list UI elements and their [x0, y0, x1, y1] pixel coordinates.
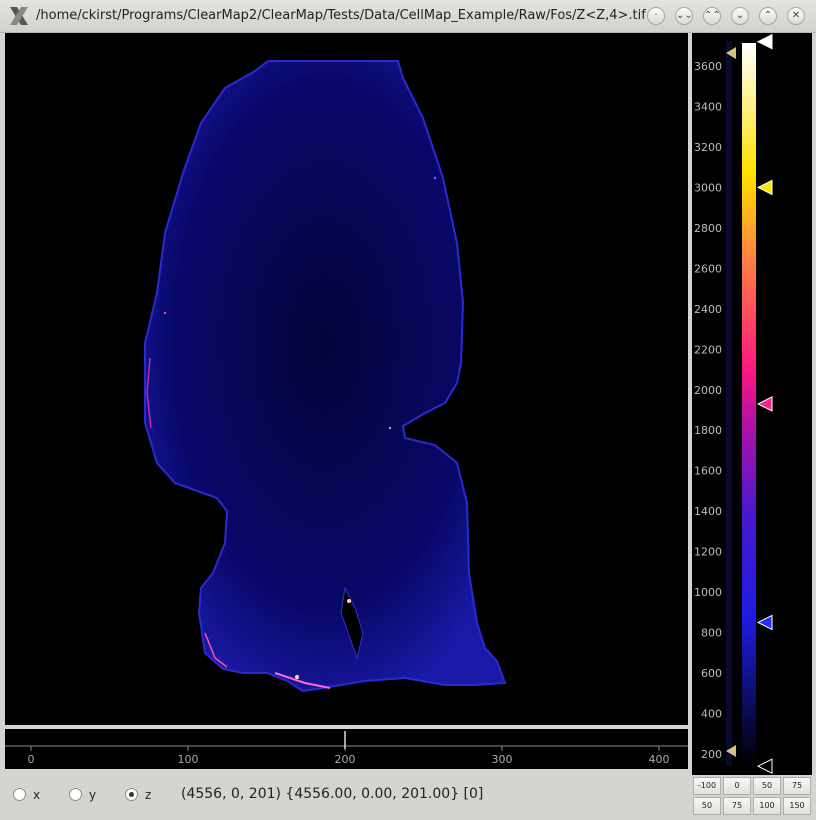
slice-slider-axis: 0 100 200 300 400	[5, 731, 688, 766]
colorbar-tick-label: 3000	[694, 181, 722, 194]
axis-x-radio[interactable]	[13, 788, 26, 801]
axis-z-label: z	[145, 788, 152, 802]
colorbar-tick-label: 1600	[694, 465, 722, 478]
histogram-region	[726, 41, 732, 766]
colorbar-tick-label: 2000	[694, 384, 722, 397]
bright-spot	[433, 176, 437, 180]
double-chevron-down-icon: ⌄⌄	[676, 10, 693, 21]
colorbar-tick-label: 800	[701, 627, 722, 640]
axis-z-radio[interactable]	[125, 788, 138, 801]
colormap-marker-black[interactable]	[756, 758, 773, 774]
slider-tick-label: 0	[28, 753, 35, 766]
axis-y-label: y	[89, 788, 97, 802]
slider-tick-label: 400	[649, 753, 670, 766]
bright-spot	[163, 311, 167, 315]
colorbar-tick-label: 1400	[694, 505, 722, 518]
double-chevron-up-icon: ⌃⌃	[704, 10, 721, 21]
chevron-down-icon: ⌄	[735, 10, 745, 21]
slider-tick-label: 200	[335, 753, 356, 766]
colorbar-tick-label: 2400	[694, 303, 722, 316]
colorbar-tick-label: 2600	[694, 262, 722, 275]
close-icon: ✕	[791, 10, 801, 21]
colorbar-tick-label: 400	[701, 708, 722, 721]
window-title: /home/ckirst/Programs/ClearMap2/ClearMap…	[36, 8, 646, 23]
keep-below-button[interactable]: ⌄⌄	[675, 7, 693, 25]
bottom-controls: x y z (4556, 0, 201) {4556.00, 0.00, 201…	[0, 776, 690, 816]
colorbar-tick-label: 1800	[694, 424, 722, 437]
bright-spot	[295, 675, 299, 679]
slider-tick-label: 100	[178, 753, 199, 766]
colormap-marker-blue[interactable]	[756, 614, 773, 631]
maximize-button[interactable]: ⌃	[759, 7, 777, 25]
colorbar[interactable]: 3600 3400 3200 3000 2800 2600 2400 2200 2000 1800…	[692, 33, 812, 775]
level-button[interactable]: -100	[693, 777, 721, 795]
colorbar-tick-label: 1000	[694, 586, 722, 599]
window-menu-button[interactable]: ·	[647, 7, 665, 25]
colorbar-tick-label: 2800	[694, 222, 722, 235]
level-button[interactable]: 75	[723, 797, 751, 815]
minimize-button[interactable]: ⌄	[731, 7, 749, 25]
close-button[interactable]: ✕	[787, 7, 805, 25]
colormap-marker-yellow[interactable]	[756, 179, 773, 196]
bright-spot	[388, 426, 392, 430]
slice-slider[interactable]: 0 100 200 300 400	[5, 729, 688, 769]
bright-spot	[347, 599, 351, 603]
chevron-up-icon: ⌃	[763, 10, 773, 21]
keep-above-button[interactable]: ⌃⌃	[703, 7, 721, 25]
colorbar-tick-label: 1200	[694, 546, 722, 559]
colorbar-tick-label: 3200	[694, 141, 722, 154]
image-view[interactable]	[5, 33, 688, 725]
brain-section-image	[144, 60, 507, 693]
level-button[interactable]: 50	[753, 777, 781, 795]
title-bar: /home/ckirst/Programs/ClearMap2/ClearMap…	[0, 0, 816, 33]
level-button[interactable]: 150	[783, 797, 811, 815]
axis-x-label: x	[33, 788, 41, 802]
color-gradient	[742, 43, 756, 765]
colorbar-tick-label: 3400	[694, 100, 722, 113]
colorbar-tick-label: 2200	[694, 343, 722, 356]
colorbar-tick-label: 3600	[694, 60, 722, 73]
colorbar-tick-label: 200	[701, 748, 722, 761]
colorbar-tick-label: 600	[701, 667, 722, 680]
level-button[interactable]: 100	[753, 797, 781, 815]
colormap-marker-white[interactable]	[756, 33, 773, 50]
tissue-outline	[144, 60, 507, 693]
colormap-panel: 3600 3400 3200 3000 2800 2600 2400 2200 2000 1800…	[692, 33, 812, 775]
x-app-icon	[10, 7, 28, 25]
dot-icon: ·	[654, 10, 658, 21]
level-button[interactable]: 75	[783, 777, 811, 795]
axis-y-radio[interactable]	[69, 788, 82, 801]
colormap-marker-pink[interactable]	[756, 396, 773, 412]
level-button[interactable]: 50	[693, 797, 721, 815]
level-button[interactable]: 0	[723, 777, 751, 795]
slider-tick-label: 300	[492, 753, 513, 766]
cursor-coordinates: (4556, 0, 201) {4556.00, 0.00, 201.00} […	[181, 786, 484, 802]
